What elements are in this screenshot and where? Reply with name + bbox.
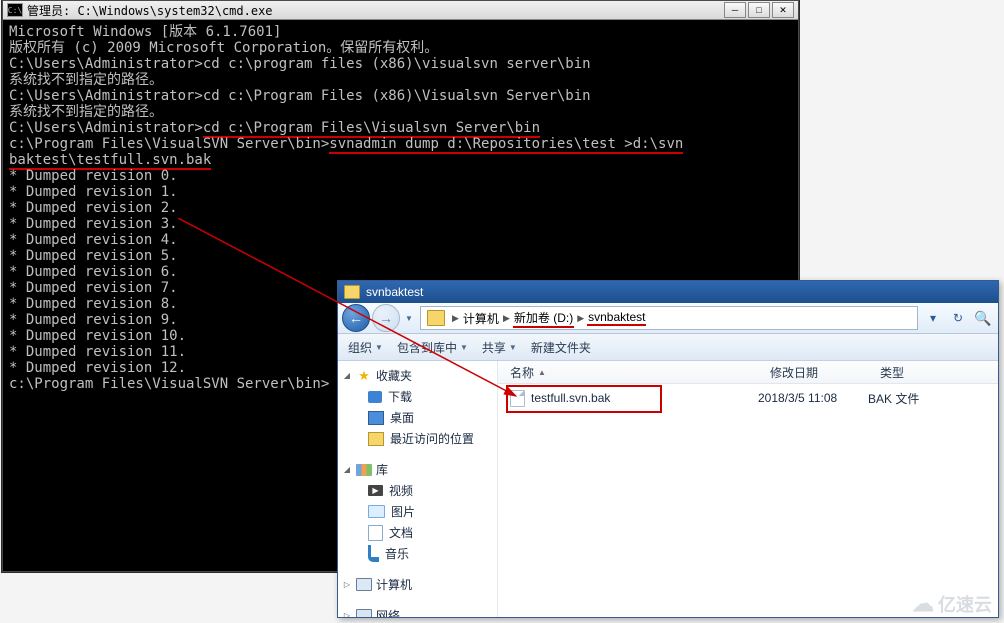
- star-icon: ★: [356, 369, 372, 383]
- sidebar-videos[interactable]: ▶视频: [340, 480, 495, 501]
- annotation-highlight-box: [506, 385, 662, 413]
- cmd-line: C:\Users\Administrator>cd c:\program fil…: [9, 56, 792, 72]
- new-folder-button[interactable]: 新建文件夹: [531, 339, 591, 356]
- sidebar-recent[interactable]: 最近访问的位置: [340, 428, 495, 449]
- breadcrumb-separator[interactable]: ▶: [577, 313, 584, 324]
- sidebar-computer[interactable]: ▷计算机: [340, 574, 495, 595]
- folder-icon: [344, 285, 360, 299]
- file-list[interactable]: 名称▲ 修改日期 类型 testfull.svn.bak 2018/3/5 11…: [498, 361, 998, 617]
- minimize-button[interactable]: ─: [724, 2, 746, 18]
- picture-icon: [368, 505, 385, 518]
- watermark-text: 亿速云: [938, 591, 992, 617]
- column-date[interactable]: 修改日期: [770, 364, 880, 381]
- folder-icon: [427, 310, 445, 326]
- address-bar[interactable]: ▶ 计算机 ▶ 新加卷 (D:) ▶ svnbaktest: [420, 306, 918, 330]
- explorer-title-text: svnbaktest: [366, 285, 423, 299]
- explorer-toolbar: 组织▼ 包含到库中▼ 共享▼ 新建文件夹: [338, 334, 998, 361]
- nav-back-button[interactable]: ←: [342, 304, 370, 332]
- cmd-line: * Dumped revision 3.: [9, 216, 792, 232]
- include-in-library-menu[interactable]: 包含到库中▼: [397, 339, 468, 356]
- share-menu[interactable]: 共享▼: [482, 339, 517, 356]
- sidebar-favorites[interactable]: ◢★收藏夹: [340, 365, 495, 386]
- maximize-button[interactable]: □: [748, 2, 770, 18]
- nav-history-dropdown[interactable]: ▼: [402, 305, 416, 331]
- cmd-line: * Dumped revision 4.: [9, 232, 792, 248]
- breadcrumb-folder[interactable]: svnbaktest: [587, 310, 646, 326]
- file-date: 2018/3/5 11:08: [758, 391, 868, 405]
- refresh-button[interactable]: ↻: [947, 308, 969, 328]
- cmd-line: 系统找不到指定的路径。: [9, 72, 792, 88]
- cmd-line: * Dumped revision 6.: [9, 264, 792, 280]
- breadcrumb-separator[interactable]: ▶: [503, 313, 510, 324]
- explorer-titlebar[interactable]: svnbaktest: [338, 281, 998, 303]
- cmd-line: C:\Users\Administrator>cd c:\Program Fil…: [9, 120, 792, 136]
- network-icon: [356, 609, 372, 617]
- explorer-window: svnbaktest ← → ▼ ▶ 计算机 ▶ 新加卷 (D:) ▶ svnb…: [337, 280, 999, 618]
- breadcrumb-separator[interactable]: ▶: [452, 313, 459, 324]
- cmd-line: Microsoft Windows [版本 6.1.7601]: [9, 24, 792, 40]
- cmd-line: * Dumped revision 0.: [9, 168, 792, 184]
- cmd-line: * Dumped revision 1.: [9, 184, 792, 200]
- search-input[interactable]: 🔍: [972, 308, 994, 328]
- cmd-line: 版权所有 (c) 2009 Microsoft Corporation。保留所有…: [9, 40, 792, 56]
- cmd-line: * Dumped revision 5.: [9, 248, 792, 264]
- recent-icon: [368, 432, 384, 446]
- sort-asc-icon: ▲: [538, 368, 546, 377]
- cmd-line: c:\Program Files\VisualSVN Server\bin>sv…: [9, 136, 792, 152]
- explorer-navbar: ← → ▼ ▶ 计算机 ▶ 新加卷 (D:) ▶ svnbaktest ▾ ↻ …: [338, 303, 998, 334]
- cmd-titlebar[interactable]: C:\ 管理员: C:\Windows\system32\cmd.exe ─ □…: [3, 1, 798, 20]
- download-icon: [368, 391, 382, 403]
- music-icon: [368, 545, 379, 562]
- cmd-system-icon[interactable]: C:\: [7, 3, 23, 17]
- sidebar-libraries[interactable]: ◢库: [340, 459, 495, 480]
- sidebar-pictures[interactable]: 图片: [340, 501, 495, 522]
- nav-forward-button[interactable]: →: [372, 304, 400, 332]
- explorer-main: ◢★收藏夹 下载 桌面 最近访问的位置 ◢库 ▶视频 图片 文档 音乐 ▷计算机…: [338, 361, 998, 617]
- annotated-cmd-dump: svnadmin dump d:\Repositories\test >d:\s…: [329, 136, 683, 154]
- sidebar-desktop[interactable]: 桌面: [340, 407, 495, 428]
- sidebar-downloads[interactable]: 下载: [340, 386, 495, 407]
- breadcrumb-computer[interactable]: 计算机: [462, 310, 500, 327]
- sidebar-music[interactable]: 音乐: [340, 543, 495, 564]
- desktop-icon: [368, 411, 384, 425]
- file-type: BAK 文件: [868, 390, 998, 407]
- cmd-line: * Dumped revision 2.: [9, 200, 792, 216]
- cmd-line: C:\Users\Administrator>cd c:\Program Fil…: [9, 88, 792, 104]
- sidebar-documents[interactable]: 文档: [340, 522, 495, 543]
- computer-icon: [356, 578, 372, 591]
- column-type[interactable]: 类型: [880, 364, 998, 381]
- library-icon: [356, 464, 372, 476]
- organize-menu[interactable]: 组织▼: [348, 339, 383, 356]
- document-icon: [368, 525, 383, 541]
- cmd-title-text: 管理员: C:\Windows\system32\cmd.exe: [27, 2, 722, 19]
- close-button[interactable]: ✕: [772, 2, 794, 18]
- explorer-sidebar: ◢★收藏夹 下载 桌面 最近访问的位置 ◢库 ▶视频 图片 文档 音乐 ▷计算机…: [338, 361, 498, 617]
- cmd-line: baktest\testfull.svn.bak: [9, 152, 792, 168]
- cmd-line: 系统找不到指定的路径。: [9, 104, 792, 120]
- column-name[interactable]: 名称▲: [498, 364, 770, 381]
- video-icon: ▶: [368, 485, 383, 496]
- sidebar-network[interactable]: ▷网络: [340, 605, 495, 617]
- cloud-icon: ☁: [912, 591, 934, 617]
- breadcrumb-drive[interactable]: 新加卷 (D:): [513, 309, 574, 328]
- address-dropdown[interactable]: ▾: [922, 308, 944, 328]
- watermark: ☁ 亿速云: [912, 591, 992, 617]
- column-headers: 名称▲ 修改日期 类型: [498, 361, 998, 384]
